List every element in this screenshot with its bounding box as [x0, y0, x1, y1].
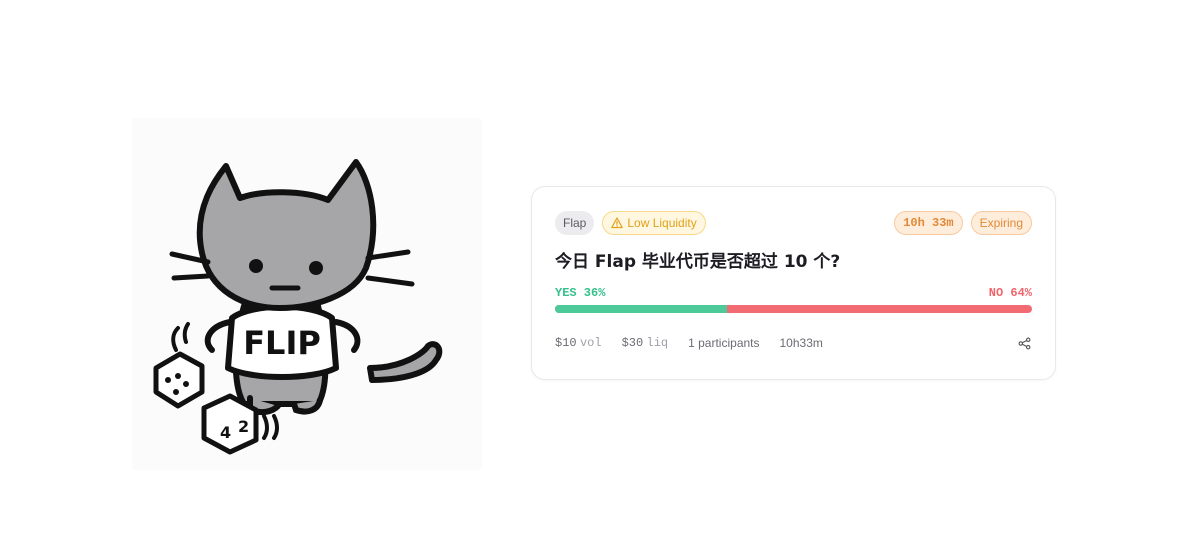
tag-row: Flap Low Liquidity 10h 33m Expiring — [555, 211, 1032, 235]
expiring-badge: Expiring — [970, 211, 1032, 235]
time-left: 10h33m — [779, 336, 823, 350]
volume-unit: vol — [579, 336, 602, 350]
low-liquidity-badge: Low Liquidity — [602, 211, 706, 235]
market-card[interactable]: Flap Low Liquidity 10h 33m Expiring 今日 F… — [531, 186, 1056, 380]
category-tag[interactable]: Flap — [555, 211, 595, 235]
market-stats: $10 vol $30 liq 1 participants 10h33m — [555, 335, 1032, 351]
cat-dice-illustration: FLIP 4 2 — [153, 159, 443, 455]
share-icon — [1018, 337, 1030, 349]
liquidity-unit: liq — [646, 336, 669, 350]
timer-badge: 10h 33m — [894, 211, 963, 235]
volume-value: $10 — [555, 336, 577, 350]
market-question[interactable]: 今日 Flap 毕业代币是否超过 10 个? — [555, 247, 840, 272]
shirt-text: FLIP — [243, 324, 321, 362]
market-image: FLIP 4 2 — [132, 118, 482, 470]
yes-fill — [555, 305, 727, 313]
low-liquidity-label: Low Liquidity — [627, 216, 697, 230]
warning-triangle-icon — [611, 217, 624, 229]
liquidity-value: $30 — [621, 336, 644, 350]
die-face-left: 4 — [220, 423, 231, 442]
no-odds: NO 64% — [988, 286, 1032, 300]
odds-bar — [555, 305, 1032, 313]
yes-odds: YES 36% — [555, 286, 606, 300]
die-face-right: 2 — [238, 417, 249, 436]
participants-count: 1 participants — [688, 336, 760, 350]
odds-labels: YES 36% NO 64% — [555, 286, 1032, 300]
share-button[interactable] — [1016, 335, 1032, 351]
